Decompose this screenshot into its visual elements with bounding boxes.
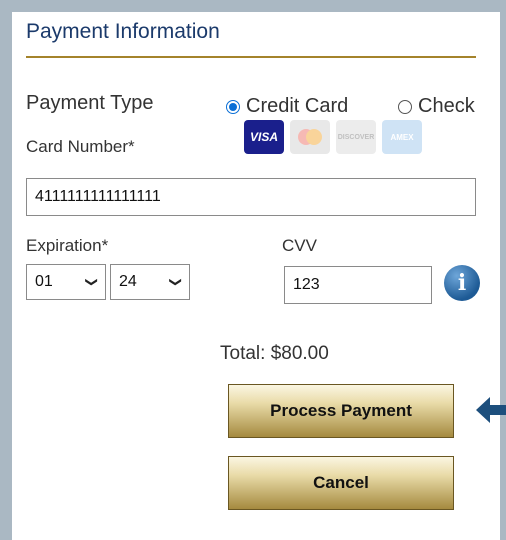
radio-selected-icon[interactable] [226,99,240,114]
expiration-year-value: 24 [119,273,137,290]
window-frame-right [500,0,506,540]
window-frame-top [0,0,506,12]
card-logos: VISA DISCOVER AMEX [244,120,422,154]
mastercard-logo [290,120,330,154]
radio-credit-card-label: Credit Card [246,95,349,117]
chevron-down-icon: ❯ [84,276,99,288]
radio-credit-card[interactable]: Credit Card [226,95,348,118]
card-number-label: Card Number* [26,137,135,156]
payment-type-label: Payment Type [26,92,154,114]
info-icon[interactable]: i [444,265,480,301]
amex-logo: AMEX [382,120,422,154]
radio-check-label: Check [418,95,475,117]
total-amount: Total: $80.00 [220,343,329,364]
chevron-down-icon: ❯ [168,276,183,288]
left-arrow-icon [476,397,506,423]
expiration-month-select[interactable]: 01 ❯ [26,264,106,300]
card-number-input[interactable]: 4111111111111111 [26,178,476,216]
process-payment-button[interactable]: Process Payment [228,384,454,438]
expiration-month-value: 01 [35,273,53,290]
discover-logo: DISCOVER [336,120,376,154]
cancel-button[interactable]: Cancel [228,456,454,510]
cvv-input[interactable]: 123 [284,266,432,304]
radio-check[interactable]: Check [398,95,475,118]
expiration-label: Expiration* [26,236,109,255]
page-title: Payment Information [26,20,220,43]
window-frame-left [0,0,12,540]
expiration-year-select[interactable]: 24 ❯ [110,264,190,300]
cvv-label: CVV [282,236,317,255]
title-divider [26,56,476,58]
radio-unselected-icon[interactable] [398,99,412,114]
visa-logo: VISA [244,120,284,154]
